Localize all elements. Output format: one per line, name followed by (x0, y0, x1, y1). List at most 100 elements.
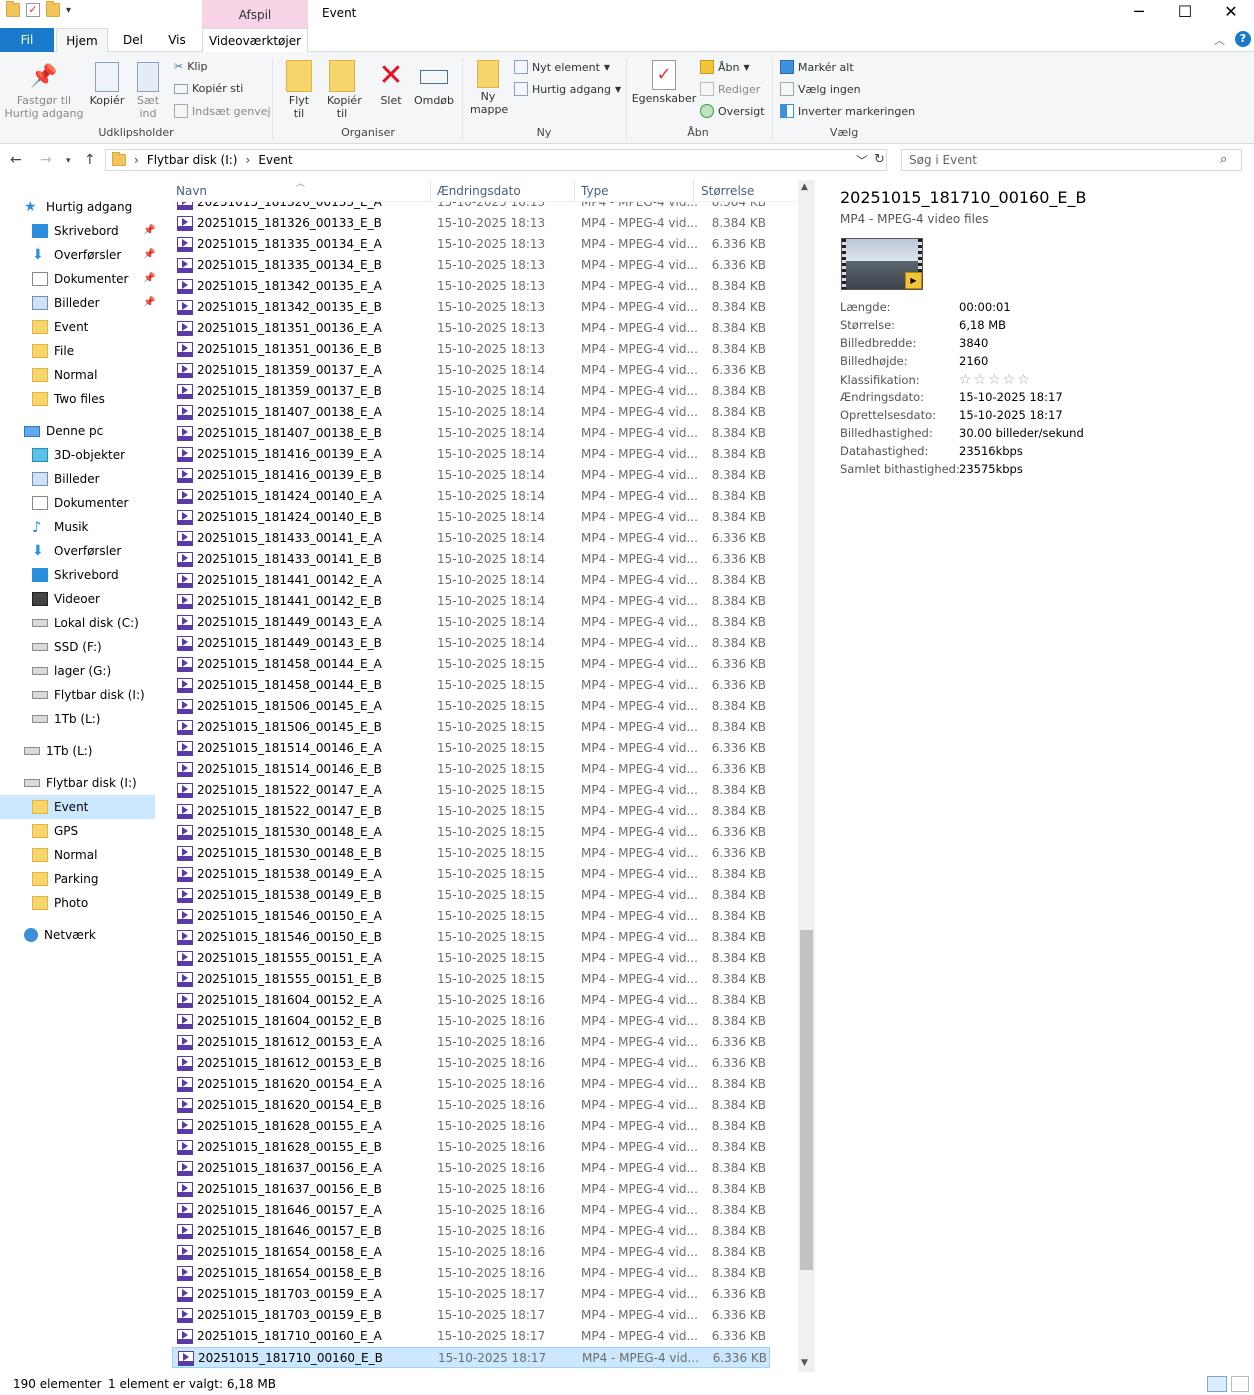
tab-share[interactable]: Del (114, 28, 152, 52)
tab-video-tools[interactable]: Videoværktøjer (202, 28, 308, 52)
pin-quick-access-button[interactable]: 📌 Fastgør til Hurtig adgang (4, 62, 84, 120)
nav-quick-item[interactable]: ⬇ Overførsler (32, 243, 121, 267)
table-row[interactable]: 20251015_181424_00140_E_B 15-10-2025 18:1… (172, 507, 797, 528)
table-row[interactable]: 20251015_181359_00137_E_B 15-10-2025 18:1… (172, 381, 797, 402)
back-arrow-icon[interactable]: ← (10, 152, 22, 168)
nav-folder-item[interactable]: Parking (32, 867, 99, 891)
nav-quick-item[interactable]: Billeder (32, 291, 100, 315)
address-dropdown-icon[interactable]: ﹀ (856, 152, 868, 169)
search-input[interactable]: Søg i Event (901, 149, 1242, 171)
table-row[interactable]: 20251015_181555_00151_E_B 15-10-2025 18:1… (172, 969, 797, 990)
nav-pc-item[interactable]: 1Tb (L:) (32, 707, 101, 731)
nav-pc-item[interactable]: ⬇ Overførsler (32, 539, 121, 563)
nav-folder-item[interactable]: Normal (32, 843, 97, 867)
scroll-up-icon[interactable]: ▲ (801, 182, 808, 192)
copy-path-button[interactable]: Kopiér sti (174, 82, 243, 95)
open-button[interactable]: Åbn ▼ (700, 60, 750, 74)
table-row[interactable]: 20251015_181458_00144_E_B 15-10-2025 18:1… (172, 675, 797, 696)
details-view-icon[interactable] (1207, 1376, 1227, 1392)
nav-pc-item[interactable]: Lokal disk (C:) (32, 611, 139, 635)
table-row[interactable]: 20251015_181407_00138_E_A 15-10-2025 18:1… (172, 402, 797, 423)
nav-quick-item[interactable]: Two files (32, 387, 105, 411)
nav-quick-item[interactable]: Dokumenter (32, 267, 128, 291)
nav-drive-i[interactable]: Flytbar disk (I:) (24, 771, 137, 795)
address-box[interactable]: › Flytbar disk (I:) › Event (105, 149, 887, 171)
history-button[interactable]: Oversigt (700, 104, 765, 118)
nav-pc-item[interactable]: ♪ Musik (32, 515, 89, 539)
nav-pc-item[interactable]: Videoer (32, 587, 100, 611)
table-row[interactable]: 20251015_181546_00150_E_A 15-10-2025 18:1… (172, 906, 797, 927)
column-date[interactable]: Ændringsdato (437, 184, 521, 198)
table-row[interactable]: 20251015_181416_00139_E_B 15-10-2025 18:1… (172, 465, 797, 486)
table-row[interactable]: 20251015_181449_00143_E_A 15-10-2025 18:1… (172, 612, 797, 633)
copy-button[interactable]: Kopiér (86, 62, 128, 107)
table-row[interactable]: 20251015_181628_00155_E_B 15-10-2025 18:1… (172, 1137, 797, 1158)
minimize-button[interactable]: ─ (1116, 0, 1162, 28)
nav-folder-item[interactable]: GPS (32, 819, 78, 843)
maximize-button[interactable]: ☐ (1162, 0, 1208, 28)
table-row[interactable]: 20251015_181522_00147_E_A 15-10-2025 18:1… (172, 780, 797, 801)
nav-this-pc[interactable]: Denne pc (24, 419, 103, 443)
folder-icon[interactable] (6, 1, 20, 17)
table-row[interactable]: 20251015_181637_00156_E_A 15-10-2025 18:1… (172, 1158, 797, 1179)
column-separator[interactable] (430, 180, 431, 202)
nav-pc-item[interactable]: Dokumenter (32, 491, 128, 515)
help-icon[interactable]: ? (1235, 31, 1251, 47)
column-separator[interactable] (693, 180, 694, 202)
nav-folder-item[interactable]: Photo (32, 891, 88, 915)
table-row[interactable]: 20251015_181612_00153_E_A 15-10-2025 18:1… (172, 1032, 797, 1053)
breadcrumb-folder[interactable]: Event (258, 153, 292, 167)
tab-file[interactable]: Fil (0, 28, 54, 52)
table-row[interactable]: 20251015_181530_00148_E_B 15-10-2025 18:1… (172, 843, 797, 864)
new-folder-button[interactable]: Ny mappe (468, 60, 508, 116)
table-row[interactable]: 20251015_181522_00147_E_B 15-10-2025 18:1… (172, 801, 797, 822)
invert-selection-button[interactable]: Inverter markeringen (780, 104, 915, 118)
column-name[interactable]: Navn (176, 184, 207, 198)
new-folder-icon[interactable] (46, 1, 60, 17)
table-row[interactable]: 20251015_181506_00145_E_B 15-10-2025 18:1… (172, 717, 797, 738)
table-row[interactable]: 20251015_181433_00141_E_B 15-10-2025 18:1… (172, 549, 797, 570)
table-row[interactable]: 20251015_181441_00142_E_A 15-10-2025 18:1… (172, 570, 797, 591)
nav-quick-item[interactable]: Normal (32, 363, 97, 387)
table-row[interactable]: 20251015_181342_00135_E_A 15-10-2025 18:1… (172, 276, 797, 297)
up-arrow-icon[interactable]: ↑ (84, 152, 96, 168)
table-row[interactable]: 20251015_181342_00135_E_B 15-10-2025 18:1… (172, 297, 797, 318)
tab-home[interactable]: Hjem (56, 28, 108, 53)
nav-quick-item[interactable]: Skrivebord (32, 219, 119, 243)
property-value[interactable]: ☆☆☆☆☆ (959, 372, 1032, 388)
large-icons-view-icon[interactable] (1231, 1376, 1249, 1392)
nav-quick-access[interactable]: ★ Hurtig adgang (24, 195, 132, 219)
select-none-button[interactable]: Vælg ingen (780, 82, 861, 96)
cut-button[interactable]: ✂ Klip (174, 60, 208, 73)
table-row[interactable]: 20251015_181538_00149_E_B 15-10-2025 18:1… (172, 885, 797, 906)
nav-pc-item[interactable]: lager (G:) (32, 659, 111, 683)
paste-shortcut-button[interactable]: Indsæt genvej (174, 104, 271, 118)
tab-view[interactable]: Vis (158, 28, 196, 52)
nav-quick-item[interactable]: Event (32, 315, 88, 339)
table-row[interactable]: 20251015_181424_00140_E_A 15-10-2025 18:1… (172, 486, 797, 507)
table-row[interactable]: 20251015_181628_00155_E_A 15-10-2025 18:1… (172, 1116, 797, 1137)
table-row[interactable]: 20251015_181646_00157_E_A 15-10-2025 18:1… (172, 1200, 797, 1221)
table-row[interactable]: 20251015_181458_00144_E_A 15-10-2025 18:1… (172, 654, 797, 675)
scroll-down-icon[interactable]: ▼ (801, 1358, 808, 1368)
close-button[interactable]: ✕ (1208, 0, 1254, 28)
table-row[interactable]: 20251015_181351_00136_E_B 15-10-2025 18:1… (172, 339, 797, 360)
table-row-selected[interactable]: 20251015_181710_00160_E_B 15-10-2025 18:1… (172, 1347, 770, 1368)
table-row[interactable]: 20251015_181604_00152_E_A 15-10-2025 18:1… (172, 990, 797, 1011)
table-row[interactable]: 20251015_181514_00146_E_A 15-10-2025 18:1… (172, 738, 797, 759)
table-row[interactable]: 20251015_181620_00154_E_A 15-10-2025 18:1… (172, 1074, 797, 1095)
table-row[interactable]: 20251015_181703_00159_E_A 15-10-2025 18:1… (172, 1284, 797, 1305)
table-row[interactable]: 20251015_181538_00149_E_A 15-10-2025 18:1… (172, 864, 797, 885)
collapse-ribbon-icon[interactable]: ︿ (1214, 32, 1225, 48)
breadcrumb-drive[interactable]: Flytbar disk (I:) (147, 153, 238, 167)
table-row[interactable]: 20251015_181407_00138_E_B 15-10-2025 18:1… (172, 423, 797, 444)
table-row[interactable]: 20251015_181530_00148_E_A 15-10-2025 18:1… (172, 822, 797, 843)
table-row[interactable]: 20251015_181710_00160_E_A 15-10-2025 18:1… (172, 1326, 797, 1347)
edit-button[interactable]: Rediger (700, 82, 760, 96)
copy-to-button[interactable]: Kopiér til (322, 60, 362, 120)
table-row[interactable]: 20251015_181654_00158_E_B 15-10-2025 18:1… (172, 1263, 797, 1284)
nav-pc-item[interactable]: Skrivebord (32, 563, 119, 587)
table-row[interactable]: 20251015_181514_00146_E_B 15-10-2025 18:1… (172, 759, 797, 780)
forward-arrow-icon[interactable]: → (40, 152, 52, 168)
table-row[interactable]: 20251015_181335_00134_E_A 15-10-2025 18:1… (172, 234, 797, 255)
